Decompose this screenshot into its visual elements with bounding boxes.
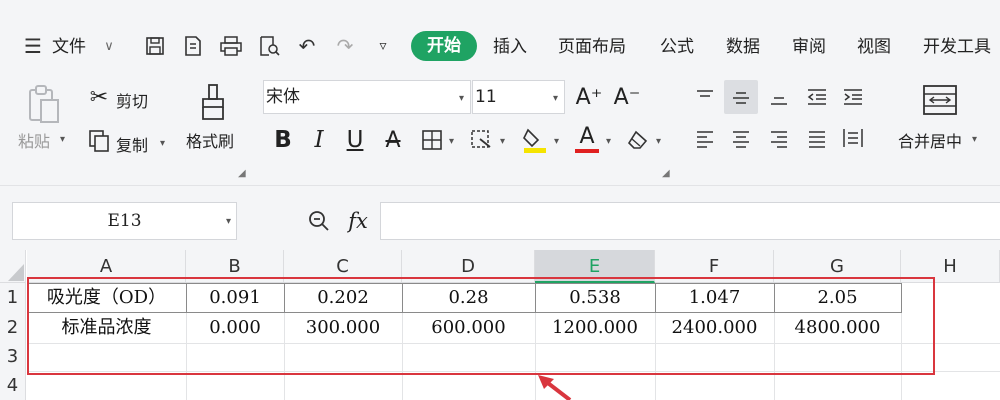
font-size-dropdown-icon[interactable]: ▾ — [553, 93, 558, 104]
align-right-icon[interactable] — [764, 124, 794, 154]
paste-button[interactable]: 粘贴 — [18, 128, 50, 152]
font-name-dropdown-icon[interactable]: ▾ — [459, 93, 464, 104]
align-middle-icon[interactable] — [724, 80, 758, 114]
merge-center-dropdown-icon[interactable]: ▾ — [972, 134, 977, 145]
font-name-select[interactable]: 宋体 — [263, 80, 471, 114]
increase-font-icon[interactable]: A⁺ — [574, 82, 604, 112]
formula-input[interactable] — [380, 202, 1000, 240]
menu-bar: ☰ 文件 ∨ ↶ ↷ ▿ 开始 插入 页面布局 公式 数据 审阅 视图 开发工具 — [0, 0, 1000, 78]
align-left-icon[interactable] — [690, 124, 720, 154]
font-color-icon[interactable]: A — [572, 122, 602, 156]
tab-developer[interactable]: 开发工具 — [923, 34, 991, 60]
tab-view[interactable]: 视图 — [857, 34, 891, 60]
merge-center-icon[interactable] — [920, 82, 960, 118]
paste-icon[interactable] — [24, 82, 64, 126]
align-bottom-icon[interactable] — [764, 84, 794, 110]
zoom-function-icon[interactable] — [305, 206, 333, 236]
format-painter-button[interactable]: 格式刷 — [186, 128, 234, 152]
justify-icon[interactable] — [802, 124, 832, 154]
chevron-down-icon[interactable]: ∨ — [96, 32, 122, 60]
font-color-bar — [575, 149, 599, 153]
cut-button[interactable]: 剪切 — [116, 88, 148, 112]
print-icon[interactable] — [218, 32, 244, 60]
distributed-align-icon[interactable] — [838, 122, 868, 154]
file-menu[interactable]: 文件 — [52, 34, 86, 60]
undo-icon[interactable]: ↶ — [294, 32, 320, 60]
tab-formulas[interactable]: 公式 — [660, 34, 694, 60]
copy-button[interactable]: 复制 — [116, 132, 148, 156]
paste-dropdown-icon[interactable]: ▾ — [60, 134, 65, 145]
redo-icon[interactable]: ↷ — [332, 32, 358, 60]
increase-indent-icon[interactable] — [838, 84, 868, 110]
annotation-highlight-box — [27, 277, 935, 375]
copy-icon[interactable] — [86, 128, 112, 154]
borders-dropdown-icon[interactable]: ▾ — [449, 136, 454, 147]
fill-color-dropdown-icon[interactable]: ▾ — [554, 136, 559, 147]
font-size-select[interactable]: 11 — [472, 80, 565, 114]
name-box-dropdown-icon[interactable]: ▾ — [226, 216, 231, 227]
export-pdf-icon[interactable] — [180, 32, 206, 60]
row-header-2[interactable]: 2 — [0, 313, 26, 343]
name-box[interactable]: E13 — [12, 202, 237, 240]
hamburger-menu-icon[interactable]: ☰ — [20, 32, 46, 60]
font-color-glyph: A — [579, 124, 595, 149]
tab-insert[interactable]: 插入 — [493, 34, 527, 60]
underline-icon[interactable]: U — [342, 124, 368, 156]
row-header-4[interactable]: 4 — [0, 371, 26, 400]
merge-center-button[interactable]: 合并居中 — [898, 128, 962, 152]
strikethrough-icon[interactable]: A — [380, 124, 406, 156]
italic-icon[interactable]: I — [306, 124, 332, 156]
save-icon[interactable] — [142, 32, 168, 60]
align-center-icon[interactable] — [726, 124, 756, 154]
cell-style-dropdown-icon[interactable]: ▾ — [500, 136, 505, 147]
customize-toolbar-icon[interactable]: ▿ — [370, 32, 396, 60]
select-all-corner[interactable] — [0, 250, 26, 283]
formula-bar: E13 ▾ fx — [0, 186, 1000, 250]
font-group-launcher-icon[interactable]: ◢ — [662, 168, 670, 179]
decrease-indent-icon[interactable] — [802, 84, 832, 110]
tab-start[interactable]: 开始 — [411, 31, 477, 61]
clear-format-icon[interactable] — [624, 124, 654, 156]
tab-review[interactable]: 审阅 — [792, 34, 826, 60]
clear-format-dropdown-icon[interactable]: ▾ — [656, 136, 661, 147]
align-top-icon[interactable] — [690, 84, 720, 110]
format-painter-icon[interactable] — [196, 82, 230, 122]
cell-style-icon[interactable] — [468, 126, 496, 154]
print-preview-icon[interactable] — [256, 32, 282, 60]
fill-color-icon[interactable] — [520, 124, 550, 156]
tab-page-layout[interactable]: 页面布局 — [558, 34, 626, 60]
ribbon: 粘贴 ▾ ✂ 剪切 复制 ▾ 格式刷 ◢ 宋体 ▾ 11 ▾ A⁺ A⁻ B I… — [0, 78, 1000, 186]
borders-icon[interactable] — [418, 126, 446, 154]
row-header-3[interactable]: 3 — [0, 343, 26, 371]
tab-data[interactable]: 数据 — [726, 34, 760, 60]
clipboard-group-launcher-icon[interactable]: ◢ — [238, 168, 246, 179]
annotation-arrow-icon — [538, 375, 572, 400]
scissors-icon[interactable]: ✂ — [86, 84, 112, 110]
row-header-1[interactable]: 1 — [0, 283, 26, 313]
font-color-dropdown-icon[interactable]: ▾ — [606, 136, 611, 147]
insert-function-icon[interactable]: fx — [343, 206, 373, 236]
decrease-font-icon[interactable]: A⁻ — [612, 82, 642, 112]
bold-icon[interactable]: B — [270, 124, 296, 156]
copy-dropdown-icon[interactable]: ▾ — [160, 138, 165, 149]
